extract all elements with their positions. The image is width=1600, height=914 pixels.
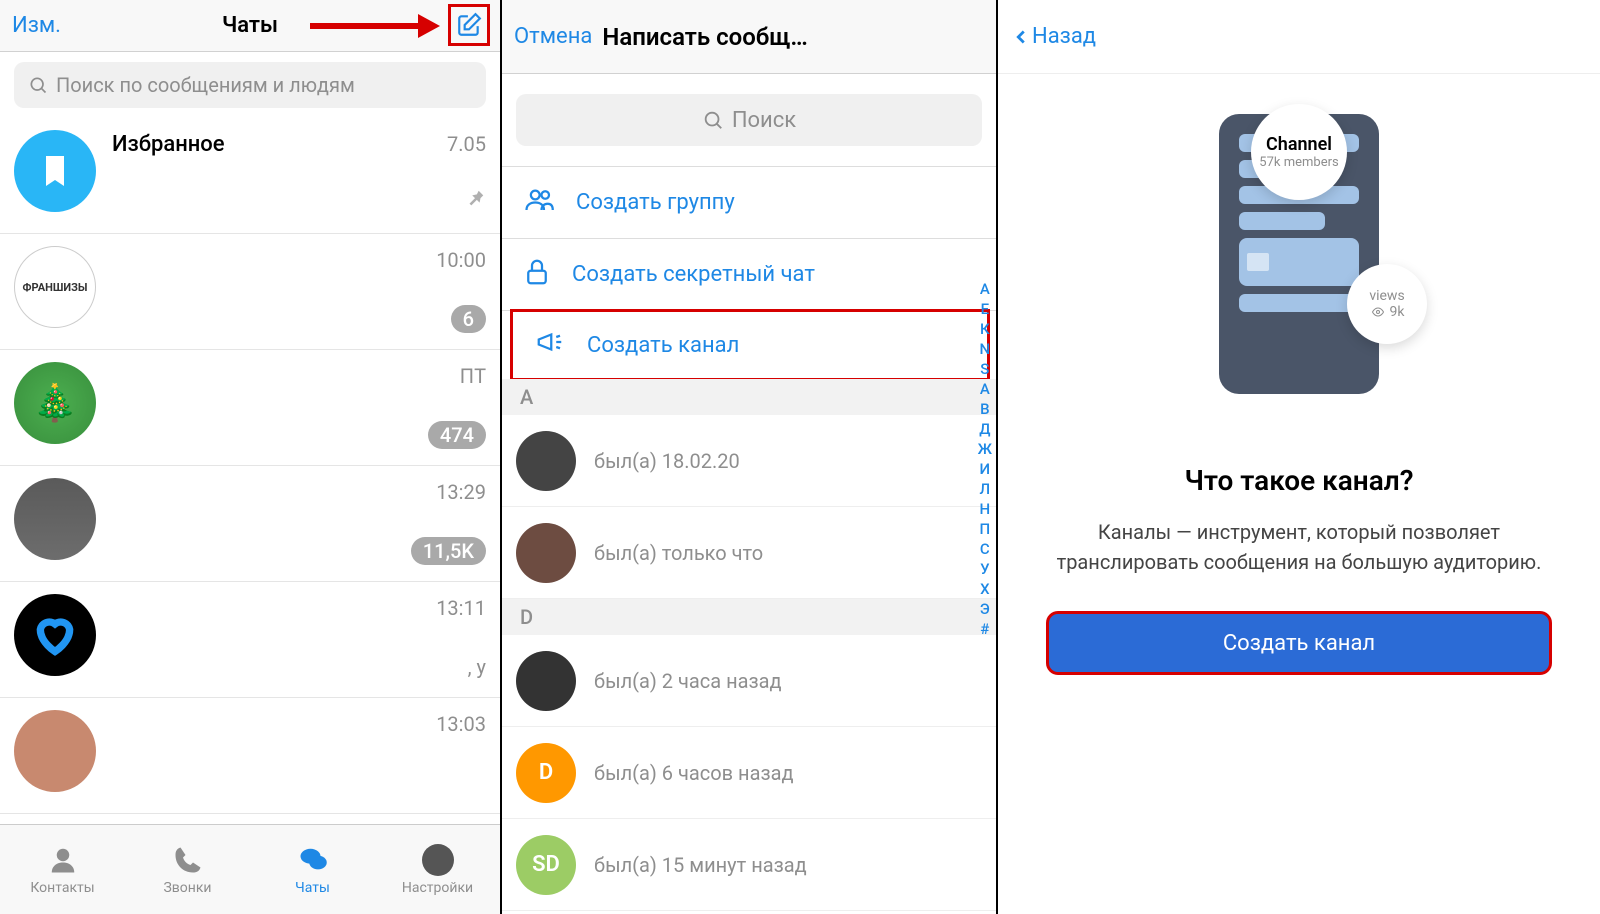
- contact-row[interactable]: был(а) 18.02.20: [502, 415, 996, 507]
- intro-heading: Что такое канал?: [1018, 464, 1580, 497]
- avatar: [14, 130, 96, 212]
- search-input[interactable]: Поиск по сообщениям и людям: [14, 62, 486, 108]
- tab-chat[interactable]: Чаты: [250, 825, 375, 914]
- chat-time: 10:00: [436, 248, 486, 272]
- avatar: D: [516, 743, 576, 803]
- avatar: [516, 651, 576, 711]
- unread-badge: 6: [451, 305, 486, 333]
- eye-icon: [1370, 306, 1386, 318]
- chats-screen: Изм. Чаты Поиск по сообщениям и людям Из…: [0, 0, 502, 914]
- chat-row[interactable]: 13:29 11,5K: [0, 466, 500, 582]
- contact-row[interactable]: был(а) 2 часа назад: [502, 635, 996, 727]
- contact-status: был(а) 2 часа назад: [594, 669, 782, 693]
- contact-status: был(а) 15 минут назад: [594, 853, 807, 877]
- megaphone-icon: [533, 327, 567, 363]
- person-icon: [47, 844, 79, 876]
- tab-bar: КонтактыЗвонкиЧатыНастройки: [0, 824, 500, 914]
- avatar: [14, 478, 96, 560]
- search-placeholder: Поиск по сообщениям и людям: [56, 73, 355, 97]
- group-icon: [522, 185, 556, 221]
- chat-row[interactable]: Избранное7.05: [0, 118, 500, 234]
- section-header: D: [502, 599, 996, 635]
- cancel-button[interactable]: Отмена: [514, 24, 592, 49]
- avatar: SD: [516, 835, 576, 895]
- chat-list: Избранное7.05 ФРАНШИЗЫ 10:00 6 ПТ 474 13:29 11,…: [0, 118, 500, 824]
- tab-person[interactable]: Контакты: [0, 825, 125, 914]
- views-bubble: views 9k: [1347, 264, 1427, 344]
- tab-phone[interactable]: Звонки: [125, 825, 250, 914]
- contact-row[interactable]: был(а) только что: [502, 507, 996, 599]
- phone-icon: [172, 844, 204, 876]
- unread-badge: 474: [428, 421, 486, 449]
- channel-intro-screen: Назад Channel 57k members views 9k Что т…: [998, 0, 1600, 914]
- chat-time: 13:03: [436, 712, 486, 736]
- header: Назад: [998, 0, 1600, 74]
- contact-row[interactable]: Dбыл(а) 6 часов назад: [502, 727, 996, 819]
- create-channel-button[interactable]: Создать канал: [1046, 611, 1552, 675]
- chat-time: 7.05: [447, 132, 486, 156]
- tab-avatar[interactable]: Настройки: [375, 825, 500, 914]
- contact-status: был(а) 18.02.20: [594, 449, 740, 473]
- compose-icon: [456, 12, 482, 38]
- action-megaphone[interactable]: Создать канал: [510, 309, 990, 381]
- contact-status: был(а) 6 часов назад: [594, 761, 794, 785]
- unread-badge: 11,5K: [411, 537, 486, 565]
- avatar-icon: [422, 844, 454, 876]
- annotation-arrow: [310, 12, 440, 40]
- avatar: [516, 523, 576, 583]
- index-bar[interactable]: АЕКNSАВДЖИЛНПСУХЭ#: [978, 280, 992, 638]
- contact-row[interactable]: SD был(а) 15 минут назад: [502, 819, 996, 911]
- chat-time: 13:11: [436, 596, 486, 620]
- chat-row[interactable]: ФРАНШИЗЫ 10:00 6: [0, 234, 500, 350]
- new-message-screen: Отмена Написать сообщ… Поиск Создать гру…: [502, 0, 998, 914]
- chat-time: 13:29: [436, 480, 486, 504]
- header-title: Написать сообщ…: [602, 23, 807, 51]
- intro-body: Каналы — инструмент, который позволяет т…: [998, 517, 1600, 577]
- avatar: [516, 431, 576, 491]
- search-placeholder: Поиск: [732, 108, 796, 133]
- chevron-left-icon: [1010, 23, 1032, 51]
- chat-row[interactable]: ПТ 474: [0, 350, 500, 466]
- chat-name: Избранное: [112, 132, 486, 157]
- section-header: A: [502, 379, 996, 415]
- avatar: [14, 594, 96, 676]
- compose-button[interactable]: [448, 4, 490, 46]
- channel-bubble: Channel 57k members: [1251, 104, 1347, 200]
- chat-icon: [297, 844, 329, 876]
- pin-icon: [464, 188, 486, 215]
- back-button[interactable]: Назад: [1010, 23, 1096, 51]
- header: Изм. Чаты: [0, 0, 500, 52]
- header: Отмена Написать сообщ…: [502, 0, 996, 74]
- chat-row[interactable]: 13:03: [0, 698, 500, 814]
- edit-button[interactable]: Изм.: [12, 13, 61, 38]
- contact-status: был(а) только что: [594, 541, 763, 565]
- avatar: [14, 362, 96, 444]
- search-icon: [28, 75, 48, 95]
- action-group[interactable]: Создать группу: [502, 167, 996, 239]
- search-icon: [702, 109, 724, 131]
- action-lock[interactable]: Создать секретный чат: [502, 239, 996, 311]
- avatar: ФРАНШИЗЫ: [14, 246, 96, 328]
- avatar: [14, 710, 96, 792]
- action-list: Создать группуСоздать секретный чатСозда…: [502, 166, 996, 379]
- contact-list: Aбыл(а) 18.02.20 был(а) только что Dбыл(а)…: [502, 379, 996, 911]
- search-input[interactable]: Поиск: [516, 94, 982, 146]
- chat-time: ПТ: [460, 364, 486, 388]
- channel-illustration: Channel 57k members views 9k: [1189, 114, 1409, 394]
- chat-row[interactable]: 13:11, у: [0, 582, 500, 698]
- lock-icon: [522, 257, 552, 293]
- header-title: Чаты: [222, 13, 278, 38]
